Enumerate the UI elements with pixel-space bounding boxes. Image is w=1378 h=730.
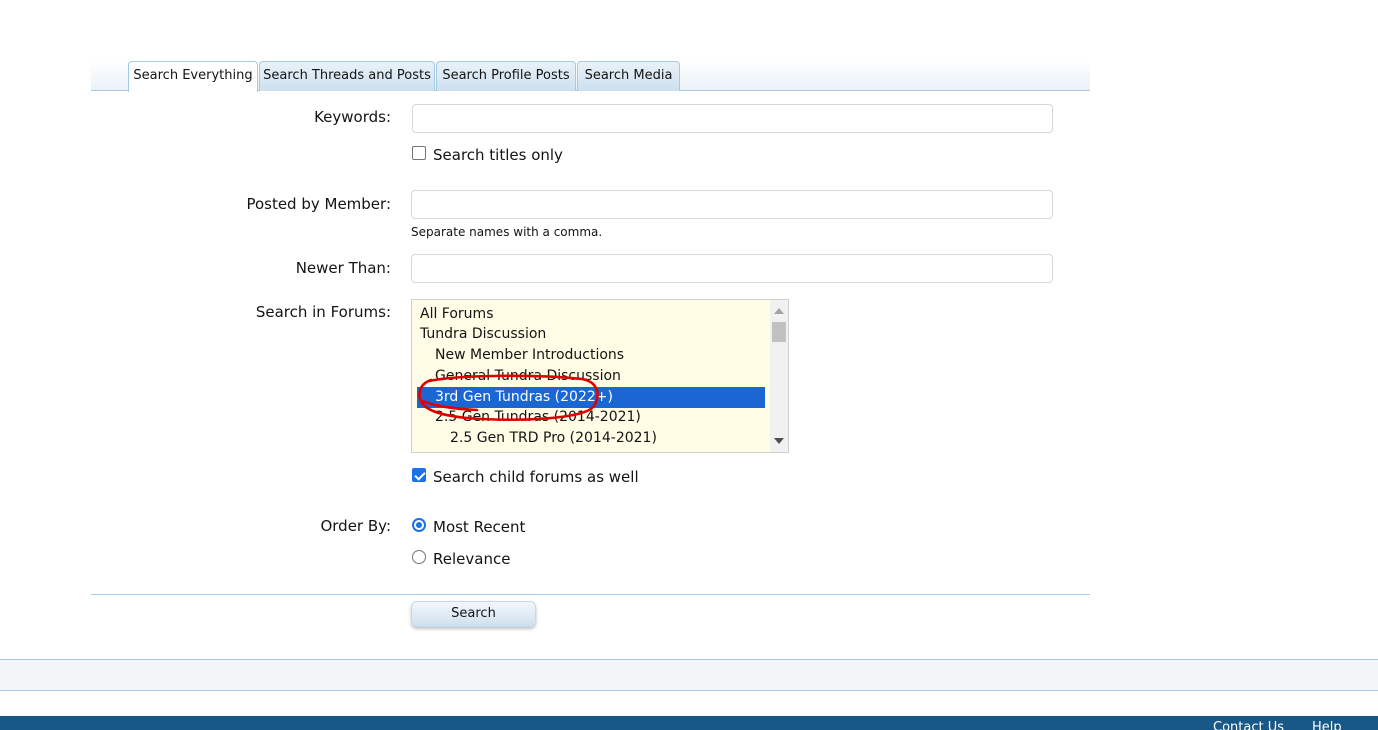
forum-option-general-tundra-discussion[interactable]: General Tundra Discussion xyxy=(417,366,765,387)
forum-option-new-member-introductions[interactable]: New Member Introductions xyxy=(417,345,765,366)
scroll-up-arrow-icon[interactable] xyxy=(774,308,784,314)
member-hint: Separate names with a comma. xyxy=(411,225,603,239)
child-forums-label: Search child forums as well xyxy=(433,468,639,486)
footer-link-contact-us[interactable]: Contact Us xyxy=(1213,720,1284,730)
child-forums-checkbox[interactable] xyxy=(412,468,426,482)
forum-option-3rd-gen-tundras[interactable]: 3rd Gen Tundras (2022+) xyxy=(417,387,765,408)
forums-scrollbar[interactable] xyxy=(770,300,788,452)
search-tab-bar: Search Everything Search Threads and Pos… xyxy=(91,61,1090,92)
member-input[interactable] xyxy=(411,190,1053,219)
tab-search-media[interactable]: Search Media xyxy=(577,61,680,91)
footer-link-help[interactable]: Help xyxy=(1312,720,1342,730)
order-relevance-option[interactable]: Relevance xyxy=(412,550,510,568)
keywords-input[interactable] xyxy=(412,104,1053,133)
footer-bar: Contact Us Help xyxy=(0,716,1378,730)
forums-listbox[interactable]: All Forums Tundra Discussion New Member … xyxy=(411,299,789,453)
relevance-radio[interactable] xyxy=(412,550,426,564)
forum-option-all-forums[interactable]: All Forums xyxy=(417,304,765,325)
order-most-recent-option[interactable]: Most Recent xyxy=(412,518,525,536)
form-divider xyxy=(91,594,1090,595)
relevance-label: Relevance xyxy=(433,550,511,568)
newer-than-input[interactable] xyxy=(411,254,1053,283)
most-recent-radio[interactable] xyxy=(412,518,426,532)
order-by-label: Order By: xyxy=(320,517,391,535)
forum-option-2-5-gen-tundras[interactable]: 2.5 Gen Tundras (2014-2021) xyxy=(417,407,765,428)
most-recent-label: Most Recent xyxy=(433,518,526,536)
scrollbar-thumb[interactable] xyxy=(772,322,786,342)
titles-only-label: Search titles only xyxy=(433,146,563,164)
search-button[interactable]: Search xyxy=(411,601,536,627)
keywords-label: Keywords: xyxy=(314,108,391,126)
member-label: Posted by Member: xyxy=(246,195,391,213)
newer-than-label: Newer Than: xyxy=(295,259,391,277)
tab-search-threads-and-posts[interactable]: Search Threads and Posts xyxy=(259,61,435,91)
footer-band xyxy=(0,659,1378,691)
child-forums-option[interactable]: Search child forums as well xyxy=(412,468,639,486)
titles-only-checkbox[interactable] xyxy=(412,146,426,160)
scroll-down-arrow-icon[interactable] xyxy=(774,438,784,444)
tab-search-everything[interactable]: Search Everything xyxy=(128,61,258,92)
tab-search-profile-posts[interactable]: Search Profile Posts xyxy=(436,61,576,91)
forum-option-2-5-gen-trd-pro[interactable]: 2.5 Gen TRD Pro (2014-2021) xyxy=(417,428,765,449)
forum-option-tundra-discussion[interactable]: Tundra Discussion xyxy=(417,324,765,345)
titles-only-option[interactable]: Search titles only xyxy=(412,146,563,164)
forums-label: Search in Forums: xyxy=(255,303,391,321)
